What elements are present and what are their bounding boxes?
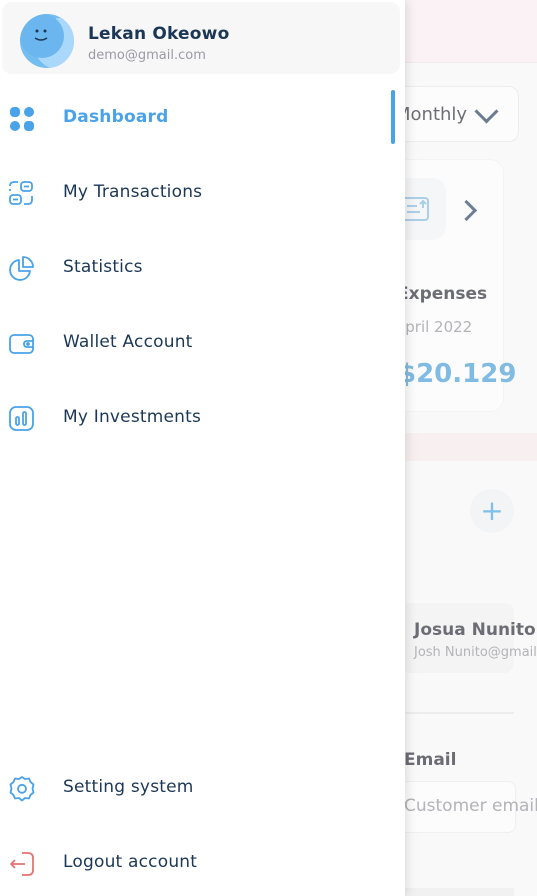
nav-item-statistics[interactable]: Statistics xyxy=(0,238,405,298)
nav-label-dashboard: Dashboard xyxy=(63,107,169,127)
nav-item-logout[interactable]: Logout account xyxy=(0,833,405,893)
profile-name: Lekan Okeowo xyxy=(88,24,230,44)
nav-label-settings: Setting system xyxy=(63,777,194,797)
profile-email: demo@gmail.com xyxy=(88,48,206,63)
nav-label-logout: Logout account xyxy=(63,852,198,872)
wallet-icon xyxy=(8,330,36,358)
nav-label-investments: My Investments xyxy=(63,407,202,427)
transactions-icon xyxy=(8,180,36,208)
profile-header[interactable]: Lekan Okeowo demo@gmail.com xyxy=(2,2,400,74)
investments-icon xyxy=(8,405,36,433)
statistics-icon xyxy=(8,255,36,283)
nav-item-wallet[interactable]: Wallet Account xyxy=(0,313,405,373)
nav-item-settings[interactable]: Setting system xyxy=(0,758,405,818)
avatar xyxy=(20,14,74,68)
dashboard-icon xyxy=(8,105,36,133)
nav-item-dashboard[interactable]: Dashboard xyxy=(0,88,405,148)
nav-item-investments[interactable]: My Investments xyxy=(0,388,405,448)
nav-label-wallet: Wallet Account xyxy=(63,332,193,352)
nav-item-transactions[interactable]: My Transactions xyxy=(0,163,405,223)
settings-icon xyxy=(8,775,36,803)
nav-label-transactions: My Transactions xyxy=(63,182,203,202)
logout-icon xyxy=(8,850,36,878)
navigation-drawer: Lekan Okeowo demo@gmail.com Dashboard My… xyxy=(0,0,405,896)
nav-label-statistics: Statistics xyxy=(63,257,143,277)
